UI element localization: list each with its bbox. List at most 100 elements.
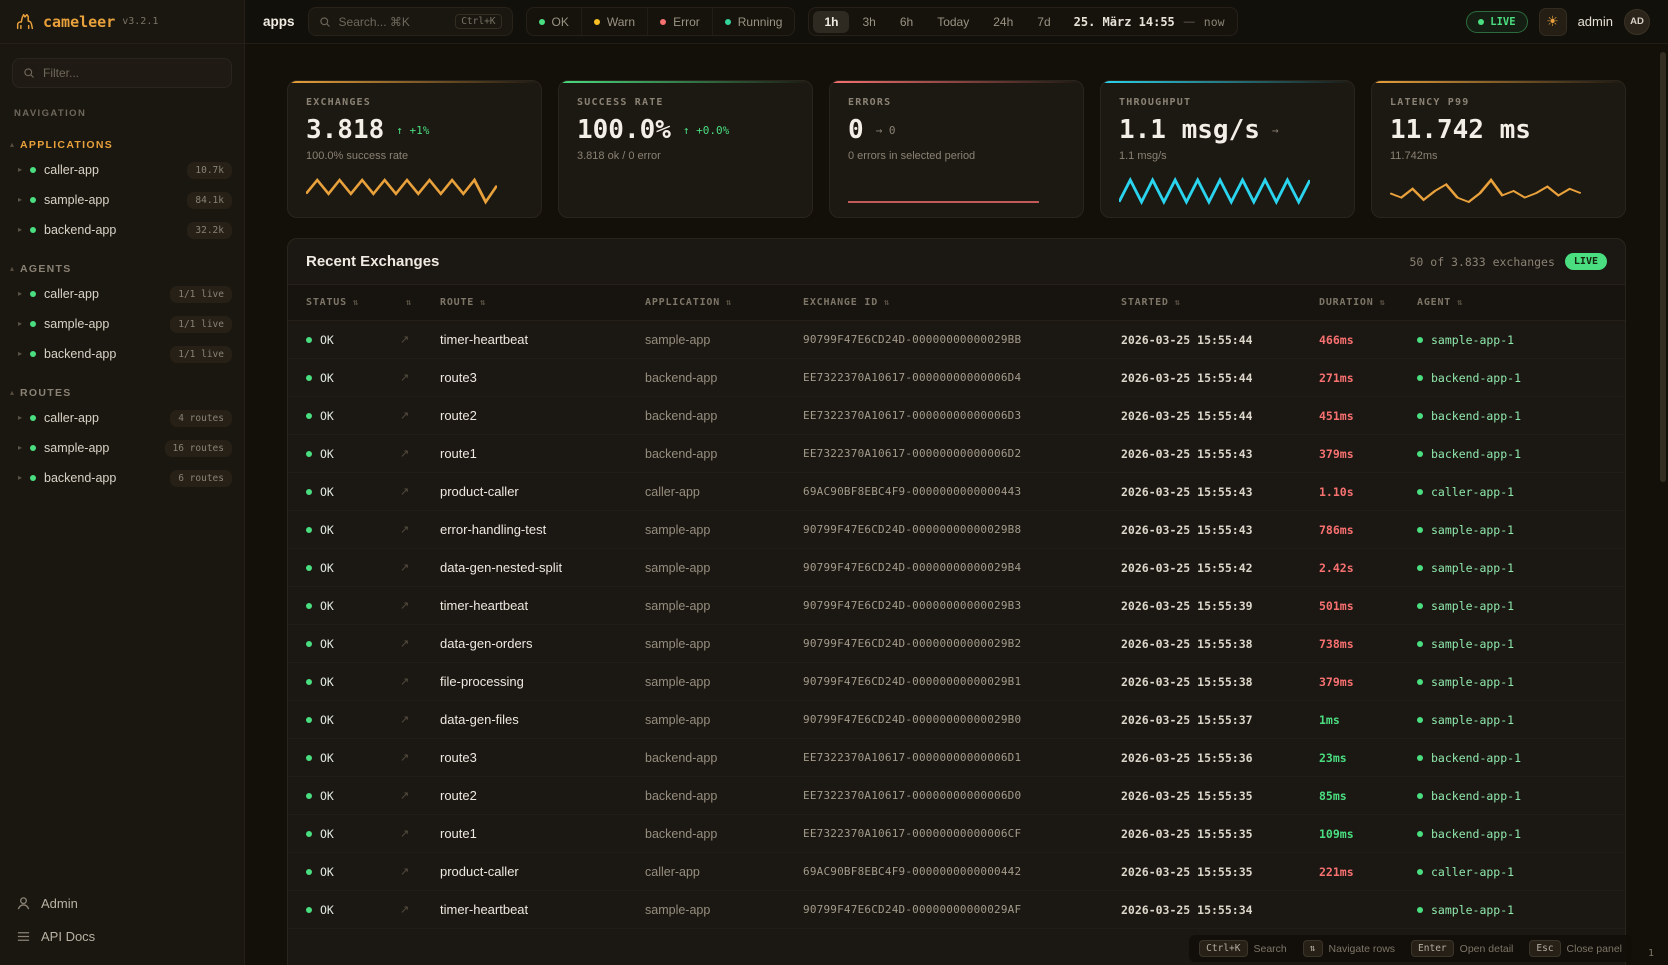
column-header-agent[interactable]: AGENT⇅ bbox=[1417, 297, 1625, 308]
filter-chip-warn[interactable]: Warn bbox=[582, 8, 648, 35]
stat-label: EXCHANGES bbox=[306, 97, 523, 108]
agent-cell: backend-app-1 bbox=[1417, 447, 1625, 461]
sun-icon: ☀ bbox=[1546, 13, 1559, 30]
stat-value: 1.1 msg/s bbox=[1119, 115, 1260, 145]
column-header-route[interactable]: ROUTE⇅ bbox=[440, 297, 645, 308]
column-header-status[interactable]: STATUS⇅ bbox=[288, 297, 400, 308]
sidebar-item-applications-sample-app[interactable]: ▸ sample-app 84.1k bbox=[0, 185, 244, 215]
sidebar-item-applications-backend-app[interactable]: ▸ backend-app 32.2k bbox=[0, 215, 244, 245]
sidebar-item-routes-sample-app[interactable]: ▸ sample-app 16 routes bbox=[0, 433, 244, 463]
table-row[interactable]: OK ↗ data-gen-orders sample-app 90799F47… bbox=[288, 625, 1625, 663]
section-header-applications[interactable]: ▴ APPLICATIONS bbox=[0, 135, 244, 155]
table-row[interactable]: OK ↗ route1 backend-app EE7322370A10617-… bbox=[288, 815, 1625, 853]
count-badge: 32.2k bbox=[187, 222, 232, 239]
range-button-6h[interactable]: 6h bbox=[889, 11, 924, 33]
table-row[interactable]: OK ↗ route2 backend-app EE7322370A10617-… bbox=[288, 397, 1625, 435]
filter-chip-error[interactable]: Error bbox=[648, 8, 713, 35]
table-row[interactable]: OK ↗ file-processing sample-app 90799F47… bbox=[288, 663, 1625, 701]
open-detail-icon[interactable]: ↗ bbox=[400, 865, 440, 878]
open-detail-icon[interactable]: ↗ bbox=[400, 485, 440, 498]
column-header-exchange-id[interactable]: EXCHANGE ID⇅ bbox=[803, 297, 1121, 308]
agent-cell: backend-app-1 bbox=[1417, 371, 1625, 385]
route-cell: data-gen-orders bbox=[440, 636, 645, 651]
sidebar-item-agents-backend-app[interactable]: ▸ backend-app 1/1 live bbox=[0, 339, 244, 369]
api-docs-label: API Docs bbox=[41, 929, 95, 944]
range-button-today[interactable]: Today bbox=[926, 11, 980, 33]
application-cell: sample-app bbox=[645, 523, 803, 537]
column-header-started[interactable]: STARTED⇅ bbox=[1121, 297, 1319, 308]
sidebar-item-agents-sample-app[interactable]: ▸ sample-app 1/1 live bbox=[0, 309, 244, 339]
duration-cell: 23ms bbox=[1319, 751, 1417, 765]
open-detail-icon[interactable]: ↗ bbox=[400, 599, 440, 612]
table-row[interactable]: OK ↗ route3 backend-app EE7322370A10617-… bbox=[288, 359, 1625, 397]
shortcut-key: Esc bbox=[1529, 940, 1560, 957]
section-header-routes[interactable]: ▴ ROUTES bbox=[0, 383, 244, 403]
column-header-duration[interactable]: DURATION⇅ bbox=[1319, 297, 1417, 308]
sidebar-item-applications-caller-app[interactable]: ▸ caller-app 10.7k bbox=[0, 155, 244, 185]
vertical-scrollbar[interactable] bbox=[1660, 52, 1666, 482]
sidebar-item-agents-caller-app[interactable]: ▸ caller-app 1/1 live bbox=[0, 279, 244, 309]
range-button-7d[interactable]: 7d bbox=[1026, 11, 1061, 33]
status-dot bbox=[306, 337, 312, 343]
route-cell: route1 bbox=[440, 446, 645, 461]
column-header-application[interactable]: APPLICATION⇅ bbox=[645, 297, 803, 308]
agent-dot bbox=[1417, 907, 1423, 913]
route-cell: product-caller bbox=[440, 484, 645, 499]
sidebar-item-api-docs[interactable]: API Docs bbox=[0, 920, 244, 953]
table-row[interactable]: OK ↗ timer-heartbeat sample-app 90799F47… bbox=[288, 891, 1625, 929]
avatar[interactable]: AD bbox=[1624, 9, 1650, 35]
table-row[interactable]: OK ↗ error-handling-test sample-app 9079… bbox=[288, 511, 1625, 549]
section-label: ROUTES bbox=[20, 387, 72, 399]
open-detail-icon[interactable]: ↗ bbox=[400, 789, 440, 802]
open-detail-icon[interactable]: ↗ bbox=[400, 409, 440, 422]
section-header-agents[interactable]: ▴ AGENTS bbox=[0, 259, 244, 279]
route-cell: data-gen-nested-split bbox=[440, 560, 645, 575]
status-label: OK bbox=[320, 371, 334, 385]
open-detail-icon[interactable]: ↗ bbox=[400, 751, 440, 764]
agent-cell: backend-app-1 bbox=[1417, 751, 1625, 765]
chevron-right-icon: ▸ bbox=[18, 320, 22, 328]
status-cell: OK bbox=[288, 713, 400, 727]
count-badge: 1/1 live bbox=[170, 286, 232, 303]
open-detail-icon[interactable]: ↗ bbox=[400, 371, 440, 384]
open-detail-icon[interactable]: ↗ bbox=[400, 903, 440, 916]
status-dot bbox=[306, 907, 312, 913]
table-row[interactable]: OK ↗ route1 backend-app EE7322370A10617-… bbox=[288, 435, 1625, 473]
sidebar-filter[interactable] bbox=[12, 58, 232, 88]
status-filter-group: OK Warn Error Running bbox=[526, 7, 796, 36]
open-detail-icon[interactable]: ↗ bbox=[400, 333, 440, 346]
table-row[interactable]: OK ↗ timer-heartbeat sample-app 90799F47… bbox=[288, 587, 1625, 625]
open-detail-icon[interactable]: ↗ bbox=[400, 675, 440, 688]
open-detail-icon[interactable]: ↗ bbox=[400, 713, 440, 726]
started-cell: 2026-03-25 15:55:38 bbox=[1121, 637, 1319, 651]
sidebar-item-routes-backend-app[interactable]: ▸ backend-app 6 routes bbox=[0, 463, 244, 493]
sidebar-filter-input[interactable] bbox=[43, 66, 221, 80]
stat-value: 3.818 bbox=[306, 115, 384, 145]
sidebar-item-routes-caller-app[interactable]: ▸ caller-app 4 routes bbox=[0, 403, 244, 433]
global-search[interactable]: Search... ⌘K Ctrl+K bbox=[308, 7, 513, 36]
sidebar-item-admin[interactable]: Admin bbox=[0, 887, 244, 920]
theme-toggle-button[interactable]: ☀ bbox=[1539, 8, 1567, 36]
table-row[interactable]: OK ↗ data-gen-nested-split sample-app 90… bbox=[288, 549, 1625, 587]
application-cell: sample-app bbox=[645, 637, 803, 651]
open-detail-icon[interactable]: ↗ bbox=[400, 523, 440, 536]
open-detail-icon[interactable]: ↗ bbox=[400, 447, 440, 460]
open-detail-icon[interactable]: ↗ bbox=[400, 827, 440, 840]
live-indicator[interactable]: LIVE bbox=[1466, 11, 1527, 33]
table-row[interactable]: OK ↗ timer-heartbeat sample-app 90799F47… bbox=[288, 321, 1625, 359]
table-row[interactable]: OK ↗ data-gen-files sample-app 90799F47E… bbox=[288, 701, 1625, 739]
open-detail-icon[interactable]: ↗ bbox=[400, 637, 440, 650]
range-button-24h[interactable]: 24h bbox=[982, 11, 1024, 33]
filter-chip-running[interactable]: Running bbox=[713, 8, 795, 35]
filter-chip-ok[interactable]: OK bbox=[527, 8, 582, 35]
table-row[interactable]: OK ↗ route3 backend-app EE7322370A10617-… bbox=[288, 739, 1625, 777]
open-detail-icon[interactable]: ↗ bbox=[400, 561, 440, 574]
table-row[interactable]: OK ↗ product-caller caller-app 69AC90BF8… bbox=[288, 473, 1625, 511]
table-row[interactable]: OK ↗ route2 backend-app EE7322370A10617-… bbox=[288, 777, 1625, 815]
range-button-1h[interactable]: 1h bbox=[813, 11, 849, 33]
started-cell: 2026-03-25 15:55:44 bbox=[1121, 371, 1319, 385]
table-row[interactable]: OK ↗ product-caller caller-app 69AC90BF8… bbox=[288, 853, 1625, 891]
range-button-3h[interactable]: 3h bbox=[851, 11, 886, 33]
status-dot bbox=[306, 413, 312, 419]
column-header-detail[interactable]: ⇅ bbox=[400, 298, 440, 308]
